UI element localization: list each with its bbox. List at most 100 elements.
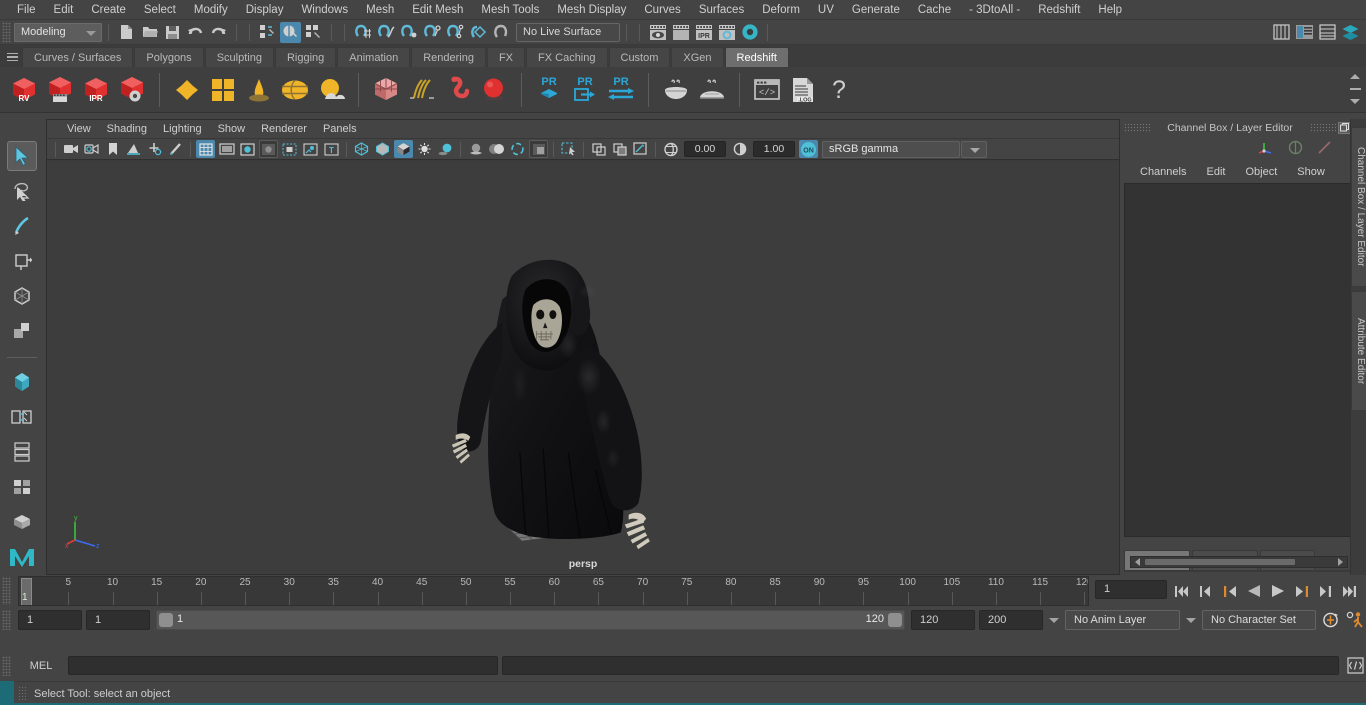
render-settings-icon[interactable] [716, 22, 737, 43]
menu-item-edit-mesh[interactable]: Edit Mesh [403, 0, 472, 20]
menu-item-create[interactable]: Create [82, 0, 135, 20]
rs-light-dome-icon[interactable] [169, 71, 205, 109]
open-scene-icon[interactable] [139, 22, 160, 43]
viewport-menu-view[interactable]: View [59, 120, 99, 139]
persp-layout-tool[interactable] [7, 437, 37, 467]
redo-icon[interactable] [208, 22, 229, 43]
toggle-attribute-editor-icon[interactable] [1294, 22, 1315, 43]
script-editor-icon[interactable] [1345, 653, 1366, 679]
range-slider-right-handle[interactable] [888, 613, 902, 627]
contrast-icon[interactable] [730, 140, 749, 158]
shadows-icon[interactable] [436, 140, 455, 158]
wireframe-icon[interactable] [352, 140, 371, 158]
anim-layer-dropdown-icon[interactable] [1047, 610, 1061, 630]
color-space-dropdown-icon[interactable] [961, 140, 987, 158]
step-back-keyframe-icon[interactable] [1195, 578, 1216, 604]
shelf-tab-curves-surfaces[interactable]: Curves / Surfaces [22, 47, 134, 67]
isolate-select-icon[interactable] [559, 140, 578, 158]
image-plane-icon[interactable] [124, 140, 143, 158]
menu-item-file[interactable]: File [8, 0, 45, 20]
use-default-light-icon[interactable] [415, 140, 434, 158]
menu-item-mesh-display[interactable]: Mesh Display [548, 0, 635, 20]
select-tool[interactable] [7, 141, 37, 171]
title-safe-icon[interactable]: T [322, 140, 341, 158]
step-forward-frame-icon[interactable] [1291, 578, 1312, 604]
textured-icon[interactable] [394, 140, 413, 158]
rs-help-icon[interactable]: ? [821, 71, 857, 109]
channel-box-list[interactable] [1124, 183, 1354, 537]
scale-tool[interactable] [7, 316, 37, 346]
safe-action-icon[interactable] [301, 140, 320, 158]
select-by-component-type-icon[interactable] [303, 22, 324, 43]
shelf-tab-xgen[interactable]: XGen [671, 47, 724, 67]
command-line-grip[interactable] [2, 655, 11, 676]
shelf-scroll-up-icon[interactable] [1350, 74, 1360, 80]
menu-set-selector[interactable]: Modeling [14, 22, 102, 42]
rs-bake-icon[interactable] [658, 71, 694, 109]
rs-proxy-icon[interactable] [368, 71, 404, 109]
side-tab-attribute-editor[interactable]: Attribute Editor [1351, 291, 1366, 411]
rs-script-icon[interactable]: </> [749, 71, 785, 109]
rs-sphere-material-icon[interactable] [476, 71, 512, 109]
smooth-shade-icon[interactable] [373, 140, 392, 158]
rs-log-icon[interactable]: .LOG [785, 71, 821, 109]
xray-icon[interactable] [589, 140, 608, 158]
viewport-menu-lighting[interactable]: Lighting [155, 120, 210, 139]
command-input-field[interactable] [68, 656, 498, 675]
layer-list-horizontal-scrollbar[interactable] [1130, 556, 1348, 568]
snap-off-icon[interactable] [490, 22, 511, 43]
step-back-frame-icon[interactable] [1219, 578, 1240, 604]
menu-item-curves[interactable]: Curves [635, 0, 689, 20]
move-tool[interactable] [7, 246, 37, 276]
snap-to-projected-center-icon[interactable] [421, 22, 442, 43]
ipr-render-icon[interactable]: IPR [693, 22, 714, 43]
new-scene-icon[interactable] [116, 22, 137, 43]
render-current-frame-icon[interactable] [647, 22, 668, 43]
shelf-tab-redshift[interactable]: Redshift [724, 47, 789, 67]
viewport-menu-renderer[interactable]: Renderer [253, 120, 315, 139]
hypershade-icon[interactable] [739, 22, 760, 43]
rotate-tool[interactable] [7, 281, 37, 311]
shelf-tab-fx[interactable]: FX [486, 47, 526, 67]
grid-icon[interactable] [196, 140, 215, 158]
shelf-tab-sculpting[interactable]: Sculpting [204, 47, 274, 67]
animation-start-field[interactable]: 1 [18, 610, 82, 630]
range-slider-grip[interactable] [2, 610, 11, 630]
axis-gizmo-icon[interactable] [1258, 140, 1274, 158]
slash-icon[interactable] [1317, 140, 1332, 158]
outliner-panel-tool[interactable] [7, 402, 37, 432]
four-view-layout-tool[interactable] [7, 472, 37, 502]
select-by-hierarchy-icon[interactable] [257, 22, 278, 43]
range-slider-left-handle[interactable] [159, 613, 173, 627]
gamma-field[interactable]: 1.00 [753, 141, 795, 157]
time-slider[interactable]: 1 5 10 15 20 25 30 35 40 45 50 55 60 65 70 75 80 85 90 95 1… [18, 576, 1089, 606]
rs-physical-sun-icon[interactable] [313, 71, 349, 109]
rs-hair-icon[interactable] [404, 71, 440, 109]
scrollbar-thumb[interactable] [1145, 559, 1295, 565]
channel-menu-object[interactable]: Object [1235, 161, 1287, 183]
gate-mask-icon[interactable] [259, 140, 278, 158]
save-scene-icon[interactable] [162, 22, 183, 43]
lasso-select-tool[interactable] [7, 176, 37, 206]
menu-item-generate[interactable]: Generate [843, 0, 909, 20]
color-management-toggle-icon[interactable]: ON [799, 140, 818, 158]
snap-to-point-icon[interactable] [398, 22, 419, 43]
film-gate-icon[interactable] [217, 140, 236, 158]
redshift-rv-icon[interactable]: RV [6, 71, 42, 109]
shelf-scroll-down-icon[interactable] [1350, 98, 1360, 104]
exposure-field[interactable]: 0.00 [684, 141, 726, 157]
redshift-settings-icon[interactable] [114, 71, 150, 109]
rs-area-light-icon[interactable] [205, 71, 241, 109]
live-surface-field[interactable]: No Live Surface [516, 22, 620, 42]
exposure-icon[interactable] [661, 140, 680, 158]
character-set-combo[interactable]: No Character Set [1202, 610, 1316, 630]
channel-menu-show[interactable]: Show [1287, 161, 1335, 183]
current-time-field[interactable]: 1 [1095, 580, 1167, 599]
menu-item-windows[interactable]: Windows [292, 0, 357, 20]
rs-ies-light-icon[interactable] [241, 71, 277, 109]
menu-item-uv[interactable]: UV [809, 0, 843, 20]
character-set-dropdown-icon[interactable] [1184, 610, 1198, 630]
range-slider[interactable]: 1 120 [156, 610, 905, 630]
menu-item-deform[interactable]: Deform [753, 0, 809, 20]
undo-icon[interactable] [185, 22, 206, 43]
